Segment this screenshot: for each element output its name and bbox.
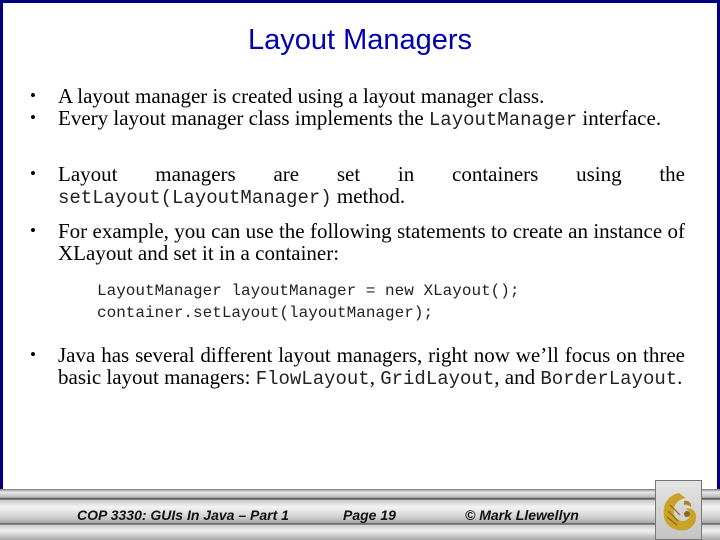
bullet-dot-icon: • (30, 108, 36, 127)
bullet-text: Layout managers are set in containers us… (58, 163, 685, 209)
bullet-text-run: A layout manager is created using a layo… (58, 84, 545, 108)
bullet-text-run: Layout managers are set in containers us… (58, 162, 685, 186)
bullet-text-run: . (677, 365, 683, 389)
bullet-text: For example, you can use the following s… (58, 220, 685, 264)
bullet-text: A layout manager is created using a layo… (58, 85, 685, 107)
inline-code: LayoutManager (428, 109, 578, 131)
bullet-text-run: , and (494, 365, 541, 389)
bullet-text-run: , (369, 365, 381, 389)
inline-code: GridLayout (380, 368, 495, 390)
bullet-text-run: Every layout manager class implements th… (58, 106, 429, 130)
logo-box (655, 480, 702, 540)
bullet-dot-icon: • (30, 86, 36, 105)
slide-title: Layout Managers (247, 24, 473, 56)
footer-author: © Mark Llewellyn (465, 507, 579, 523)
code-line: container.setLayout(layoutManager); (97, 304, 434, 322)
bullet-text-run: For example, you can use the following s… (58, 219, 685, 265)
bullet-text: Every layout manager class implements th… (58, 107, 685, 131)
code-block: LayoutManager layoutManager = new XLayou… (97, 280, 519, 324)
code-line: LayoutManager layoutManager = new XLayou… (97, 282, 520, 300)
footer-course: COP 3330: GUIs In Java – Part 1 (77, 507, 289, 523)
bullet-dot-icon: • (30, 221, 36, 240)
inline-code: FlowLayout (255, 368, 370, 390)
bullet-text-run: method. (331, 184, 406, 208)
bullet-item: • Java has several different layout mana… (30, 344, 685, 390)
bullet-dot-icon: • (30, 345, 36, 364)
inline-code: BorderLayout (540, 368, 678, 390)
inline-code: setLayout(LayoutManager) (58, 187, 332, 209)
bullet-item: • Layout managers are set in containers … (30, 163, 685, 209)
bullet-dot-icon: • (30, 164, 36, 183)
bullet-text-run: interface. (577, 106, 662, 130)
footer-page-number: Page 19 (343, 507, 396, 523)
bullet-item: • For example, you can use the following… (30, 220, 685, 264)
bullet-item: • A layout manager is created using a la… (30, 85, 685, 107)
bullet-item: • Every layout manager class implements … (30, 107, 685, 131)
ucf-pegasus-logo-icon (663, 493, 697, 531)
bullet-text: Java has several different layout manage… (58, 344, 685, 390)
